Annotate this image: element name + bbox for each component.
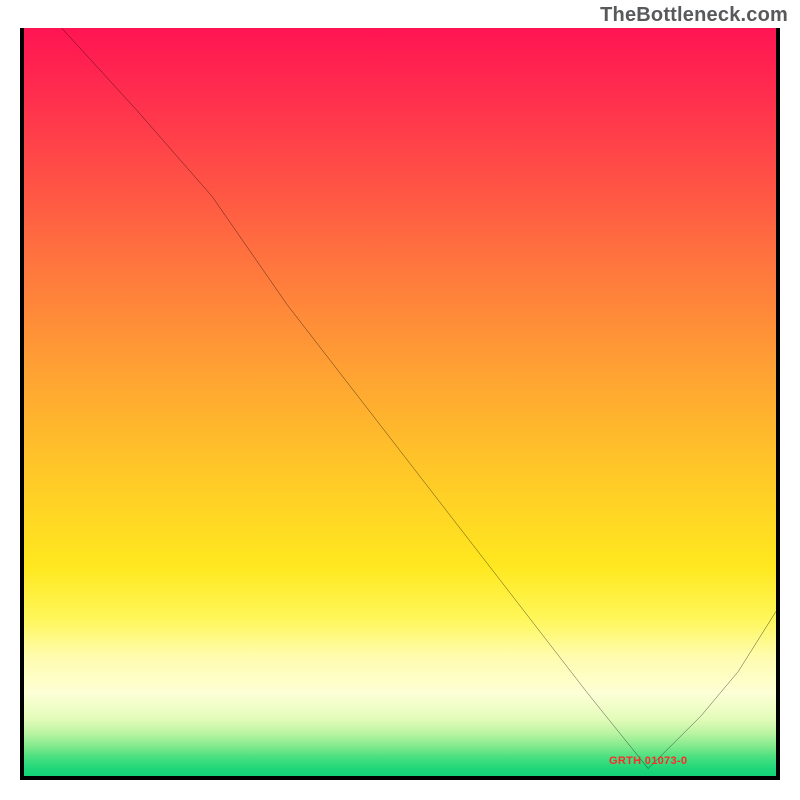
marker-label: GRTH 01073-0 xyxy=(609,755,687,767)
chart-frame: TheBottleneck.com GRTH 01073-0 xyxy=(0,0,800,800)
attribution-text: TheBottleneck.com xyxy=(600,4,788,27)
curve-layer xyxy=(24,28,776,776)
main-curve xyxy=(62,28,776,769)
plot-area: GRTH 01073-0 xyxy=(20,28,780,780)
